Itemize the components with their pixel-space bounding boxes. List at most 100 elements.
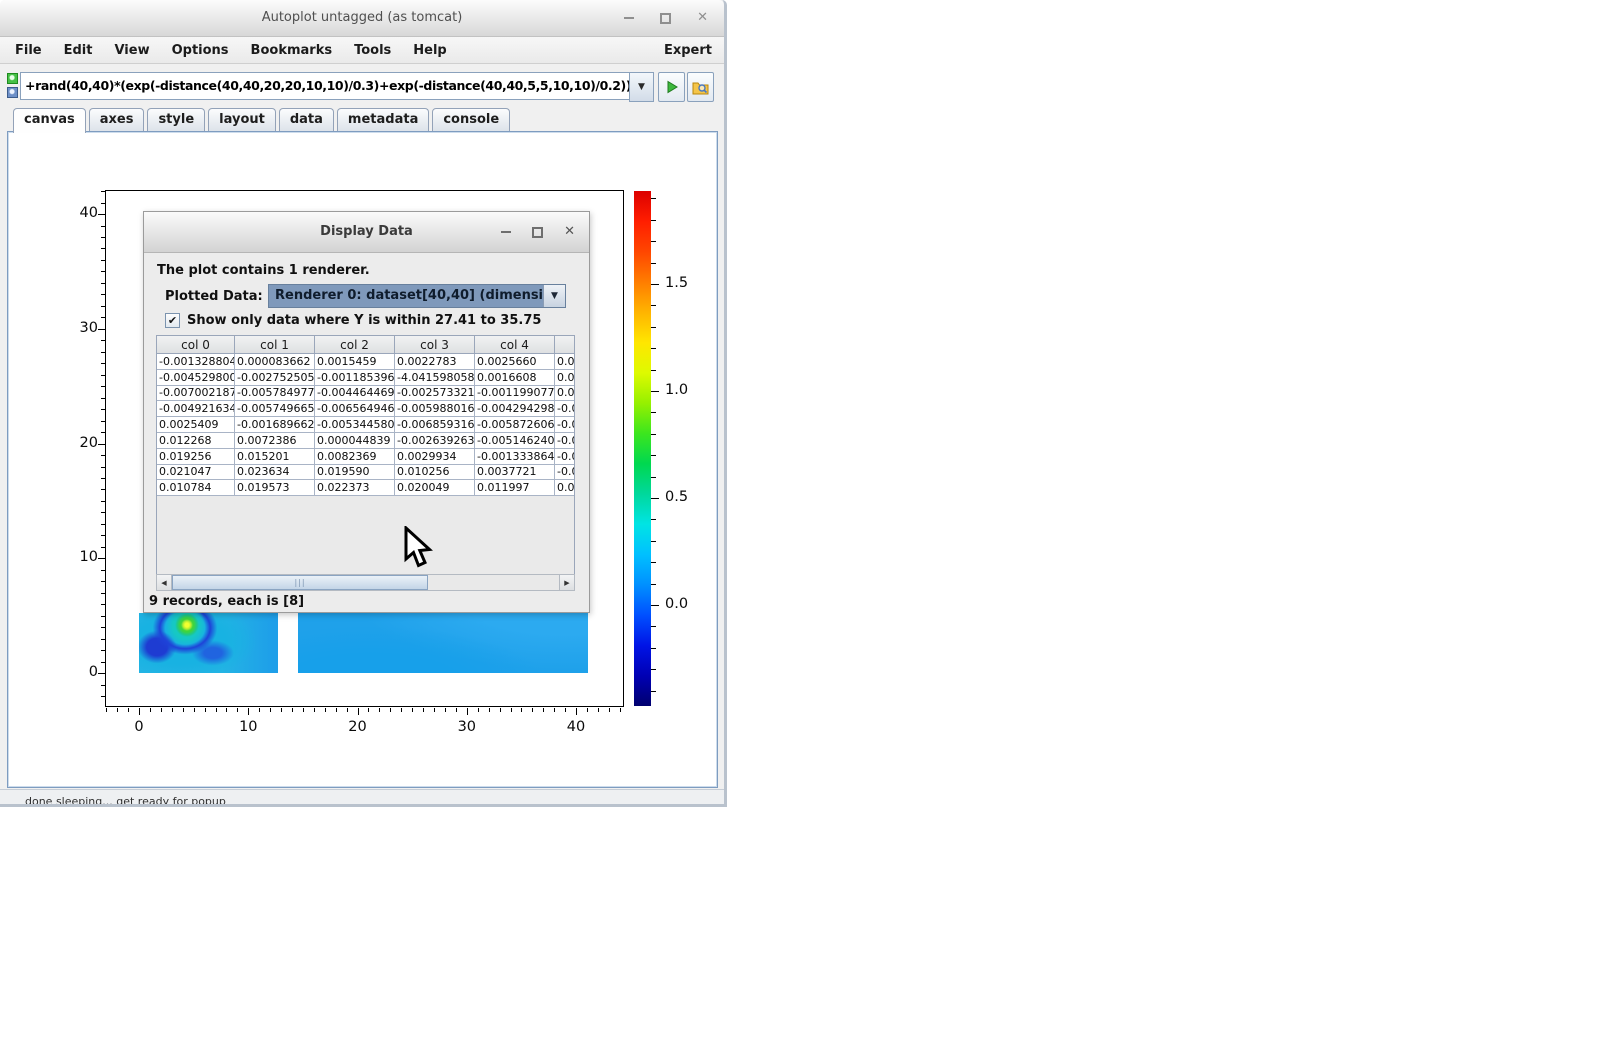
table-cell[interactable]: 0.00 (555, 369, 576, 385)
column-header[interactable] (555, 336, 576, 354)
x-tick (292, 708, 293, 712)
tab-data[interactable]: data (279, 108, 334, 131)
table-cell[interactable]: 0.019590 (315, 464, 395, 480)
combo-arrow-button[interactable]: ▼ (543, 285, 565, 307)
table-cell[interactable]: -0.001328804... (157, 354, 235, 370)
table-cell[interactable]: -0.006859316... (395, 417, 475, 433)
table-cell[interactable]: -0.004529800... (157, 369, 235, 385)
table-cell[interactable]: -0.004464469... (315, 385, 395, 401)
filter-checkbox[interactable]: ✔ (165, 313, 180, 328)
dialog-minimize-icon[interactable] (501, 231, 511, 233)
y-tick (101, 226, 105, 227)
table-cell[interactable]: 0.015201 (235, 448, 315, 464)
table-cell[interactable]: 0.00 (555, 385, 576, 401)
tab-style[interactable]: style (147, 108, 205, 131)
table-cell[interactable]: -0.0 (555, 417, 576, 433)
menu-edit[interactable]: Edit (53, 43, 104, 58)
column-header[interactable]: col 2 (315, 336, 395, 354)
table-cell[interactable]: -0.002639263... (395, 432, 475, 448)
table-cell[interactable]: -0.004294298... (475, 401, 555, 417)
table-cell[interactable]: 0.0029934 (395, 448, 475, 464)
table-cell[interactable]: 0.0037721 (475, 464, 555, 480)
table-cell[interactable]: 0.0015459 (315, 354, 395, 370)
table-cell[interactable]: 0.0022783 (395, 354, 475, 370)
table-cell[interactable]: -0.002573321... (395, 385, 475, 401)
table-cell[interactable]: -0.001199077... (475, 385, 555, 401)
table-cell[interactable]: -0.005749665... (235, 401, 315, 417)
table-cell[interactable]: 0.0025660 (475, 354, 555, 370)
plot-go-button[interactable] (658, 72, 685, 102)
scroll-right-button[interactable]: ▶ (559, 575, 574, 590)
table-cell[interactable]: -0.001333864... (475, 448, 555, 464)
table-cell[interactable]: 0.019573 (235, 480, 315, 496)
column-header[interactable]: col 3 (395, 336, 475, 354)
menu-help[interactable]: Help (402, 43, 457, 58)
uri-dropdown-button[interactable]: ▼ (629, 72, 654, 102)
scrollbar-thumb[interactable]: ||| (172, 575, 428, 590)
tab-console[interactable]: console (432, 108, 510, 131)
table-cell[interactable]: -0.0 (555, 401, 576, 417)
tab-metadata[interactable]: metadata (337, 108, 429, 131)
minimize-icon[interactable] (624, 17, 634, 19)
uri-input[interactable]: +rand(40,40)*(exp(-distance(40,40,20,20,… (20, 72, 630, 100)
table-cell[interactable]: 0.012268 (157, 432, 235, 448)
tab-layout[interactable]: layout (208, 108, 276, 131)
table-cell[interactable]: 0.021047 (157, 464, 235, 480)
tab-axes[interactable]: axes (89, 108, 145, 131)
table-cell[interactable]: 0.011997 (475, 480, 555, 496)
table-cell[interactable]: -0.005872606... (475, 417, 555, 433)
x-tick (423, 708, 424, 712)
table-cell[interactable]: -0.0 (555, 448, 576, 464)
tab-canvas[interactable]: canvas (13, 108, 86, 133)
menu-options[interactable]: Options (161, 43, 240, 58)
horizontal-scrollbar[interactable]: ◀ ||| ▶ (156, 574, 575, 591)
table-cell[interactable]: -0.005784977... (235, 385, 315, 401)
table-cell[interactable]: -0.004921634... (157, 401, 235, 417)
inspect-uri-button[interactable] (687, 72, 714, 102)
table-cell[interactable]: 0.023634 (235, 464, 315, 480)
table-cell[interactable]: 0.010784 (157, 480, 235, 496)
table-cell[interactable]: -0.006564946... (315, 401, 395, 417)
table-cell[interactable]: -0.0 (555, 432, 576, 448)
menu-tools[interactable]: Tools (343, 43, 402, 58)
table-cell[interactable]: 0.0072386 (235, 432, 315, 448)
table-cell[interactable]: 0.000083662 (235, 354, 315, 370)
table-cell[interactable]: 0.0082369 (315, 448, 395, 464)
table-cell[interactable]: 0.019256 (157, 448, 235, 464)
table-cell[interactable]: -0.007002187... (157, 385, 235, 401)
menu-file[interactable]: File (4, 43, 53, 58)
dialog-close-icon[interactable]: ✕ (564, 227, 575, 237)
table-cell[interactable]: -0.002752505... (235, 369, 315, 385)
plotted-data-select[interactable]: Renderer 0: dataset[40,40] (dimension...… (268, 284, 566, 308)
table-cell[interactable]: 0.000044839 (315, 432, 395, 448)
table-cell[interactable]: 0.0016608 (475, 369, 555, 385)
column-header[interactable]: col 0 (157, 336, 235, 354)
close-icon[interactable]: ✕ (697, 13, 708, 23)
table-cell[interactable]: -0.001689662... (235, 417, 315, 433)
table-cell[interactable]: -4.041598058... (395, 369, 475, 385)
y-tick (101, 627, 105, 628)
table-cell[interactable]: 0.00 (555, 354, 576, 370)
dialog-maximize-icon[interactable] (532, 227, 543, 238)
table-cell[interactable]: 0.0025409 (157, 417, 235, 433)
column-header[interactable]: col 1 (235, 336, 315, 354)
menu-bookmarks[interactable]: Bookmarks (240, 43, 344, 58)
expert-toggle[interactable]: Expert (664, 43, 712, 58)
column-header[interactable]: col 4 (475, 336, 555, 354)
plot-canvas[interactable]: 0102030400102030400.00.51.01.5 Display D… (7, 131, 718, 788)
menu-items: FileEditViewOptionsBookmarksToolsHelp (4, 43, 458, 58)
table-cell[interactable]: -0.0 (555, 464, 576, 480)
table-cell[interactable]: -0.005988016... (395, 401, 475, 417)
table-cell[interactable]: 0.010256 (395, 464, 475, 480)
dialog-title-bar[interactable]: Display Data ✕ (144, 212, 589, 253)
scroll-left-button[interactable]: ◀ (157, 575, 172, 590)
table-cell[interactable]: 0.00 (555, 480, 576, 496)
maximize-icon[interactable] (660, 13, 671, 24)
menu-view[interactable]: View (103, 43, 160, 58)
table-cell[interactable]: 0.020049 (395, 480, 475, 496)
table-cell[interactable]: -0.001185396... (315, 369, 395, 385)
table-cell[interactable]: 0.022373 (315, 480, 395, 496)
table-cell[interactable]: -0.005146240... (475, 432, 555, 448)
colorbar[interactable] (634, 191, 651, 706)
table-cell[interactable]: -0.005344580... (315, 417, 395, 433)
